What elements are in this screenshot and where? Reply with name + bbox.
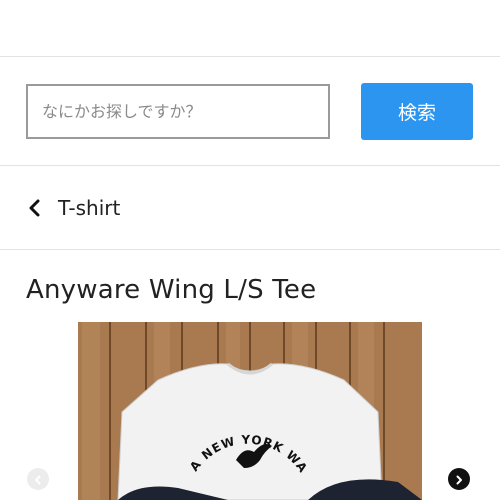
- chevron-right-icon: [454, 470, 464, 489]
- search-row: 検索: [0, 57, 500, 166]
- search-input[interactable]: [26, 84, 330, 139]
- product-image: A NEW YORK WARE: [78, 322, 422, 500]
- search-button[interactable]: 検索: [361, 83, 473, 140]
- back-to-category-link[interactable]: T-shirt: [26, 192, 120, 224]
- category-label: T-shirt: [58, 196, 121, 220]
- chevron-left-icon: [33, 470, 43, 489]
- product-gallery: A NEW YORK WARE: [0, 322, 500, 500]
- gallery-next-button[interactable]: [448, 468, 470, 490]
- chevron-left-icon: [26, 199, 44, 217]
- top-bar: [0, 0, 500, 57]
- product-title: Anyware Wing L/S Tee: [26, 275, 317, 305]
- gallery-prev-button[interactable]: [27, 468, 49, 490]
- breadcrumb: T-shirt: [0, 166, 500, 250]
